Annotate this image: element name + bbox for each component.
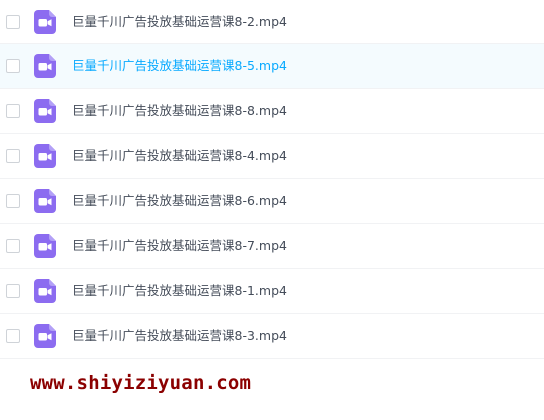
file-row[interactable]: 巨量千川广告投放基础运营课8-4.mp4 [0, 134, 544, 179]
file-name[interactable]: 巨量千川广告投放基础运营课8-8.mp4 [72, 103, 287, 119]
video-file-icon [34, 99, 56, 123]
video-file-icon [34, 189, 56, 213]
video-file-icon [34, 144, 56, 168]
file-row[interactable]: 巨量千川广告投放基础运营课8-3.mp4 [0, 314, 544, 359]
row-checkbox[interactable] [6, 239, 20, 253]
file-name[interactable]: 巨量千川广告投放基础运营课8-4.mp4 [72, 148, 287, 164]
file-row[interactable]: 巨量千川广告投放基础运营课8-8.mp4 [0, 89, 544, 134]
file-list: 巨量千川广告投放基础运营课8-2.mp4 巨量千川广告投放基础运营课8-5.mp… [0, 0, 544, 359]
watermark-text: www.shiyiziyuan.com [30, 372, 252, 394]
file-row[interactable]: 巨量千川广告投放基础运营课8-7.mp4 [0, 224, 544, 269]
video-file-icon [34, 9, 56, 34]
row-checkbox[interactable] [6, 149, 20, 163]
file-name[interactable]: 巨量千川广告投放基础运营课8-6.mp4 [72, 193, 287, 209]
row-checkbox[interactable] [6, 284, 20, 298]
row-checkbox[interactable] [6, 59, 20, 73]
file-name[interactable]: 巨量千川广告投放基础运营课8-5.mp4 [72, 58, 287, 74]
row-checkbox[interactable] [6, 194, 20, 208]
video-file-icon [34, 279, 56, 303]
video-file-icon [34, 324, 56, 348]
file-row[interactable]: 巨量千川广告投放基础运营课8-1.mp4 [0, 269, 544, 314]
file-name[interactable]: 巨量千川广告投放基础运营课8-2.mp4 [72, 14, 287, 30]
file-name[interactable]: 巨量千川广告投放基础运营课8-1.mp4 [72, 283, 287, 299]
file-row[interactable]: 巨量千川广告投放基础运营课8-6.mp4 [0, 179, 544, 224]
video-file-icon [34, 234, 56, 258]
file-name[interactable]: 巨量千川广告投放基础运营课8-3.mp4 [72, 328, 287, 344]
video-file-icon [34, 54, 56, 78]
row-checkbox[interactable] [6, 14, 20, 29]
file-row[interactable]: 巨量千川广告投放基础运营课8-5.mp4 [0, 44, 544, 89]
file-row[interactable]: 巨量千川广告投放基础运营课8-2.mp4 [0, 0, 544, 44]
row-checkbox[interactable] [6, 104, 20, 118]
file-name[interactable]: 巨量千川广告投放基础运营课8-7.mp4 [72, 238, 287, 254]
row-checkbox[interactable] [6, 329, 20, 343]
